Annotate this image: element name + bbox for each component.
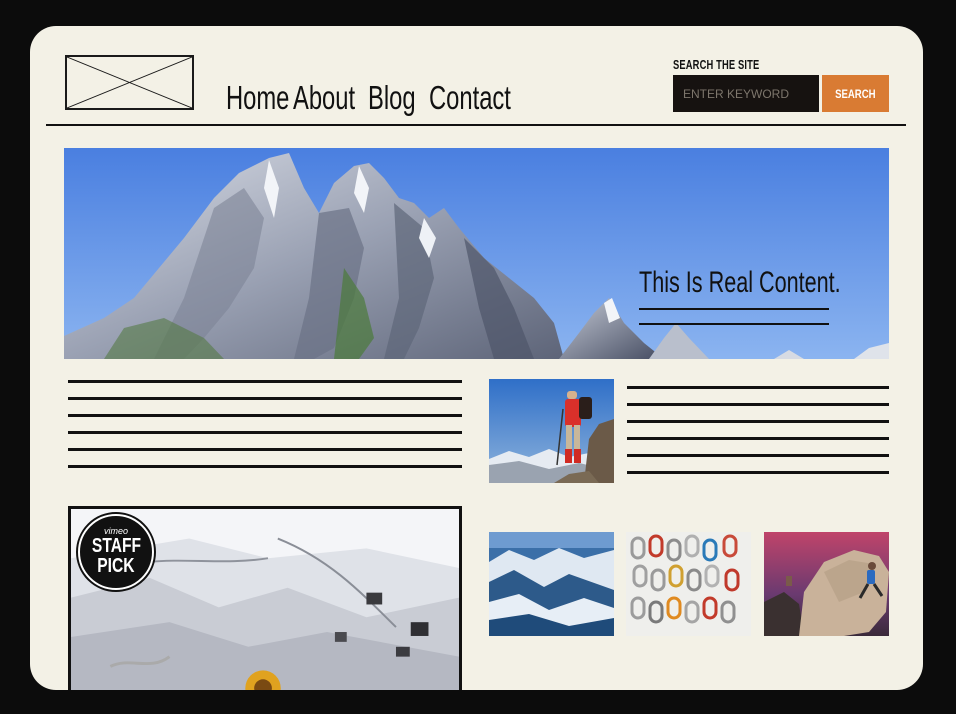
hero-underline-2	[639, 323, 829, 325]
text-line	[68, 397, 462, 400]
text-line	[68, 380, 462, 383]
snowy-range-image	[489, 532, 614, 636]
badge-line1: STAFF	[91, 535, 141, 557]
carabiners-image	[626, 532, 751, 636]
hero-underline-1	[639, 308, 829, 310]
left-text-block	[68, 380, 462, 470]
search-input[interactable]	[673, 75, 819, 112]
bouldering-image	[764, 532, 889, 636]
right-text-block	[627, 386, 889, 476]
search-button-label: SEARCH	[835, 86, 876, 101]
text-line	[627, 420, 889, 423]
header-divider	[46, 124, 906, 126]
climber-on-summit-photo[interactable]	[489, 379, 614, 483]
text-line	[68, 414, 462, 417]
hero-banner: This Is Real Content.	[64, 148, 889, 359]
badge-line2: PICK	[97, 555, 135, 577]
browser-frame: Home About Blog Contact SEARCH THE SITE …	[30, 26, 923, 690]
text-line	[627, 471, 889, 474]
text-line	[627, 437, 889, 440]
bouldering-climber-photo[interactable]	[764, 532, 889, 636]
text-line	[68, 431, 462, 434]
text-line	[68, 465, 462, 468]
snowy-mountain-range-photo[interactable]	[489, 532, 614, 636]
video-player[interactable]: vimeo STAFF PICK	[68, 506, 462, 690]
nav-blog[interactable]: Blog	[368, 76, 416, 120]
text-line	[68, 448, 462, 451]
climbing-carabiners-photo[interactable]	[626, 532, 751, 636]
hero-mountain-image	[64, 148, 889, 359]
hero-headline: This Is Real Content.	[639, 266, 841, 299]
nav-home[interactable]: Home	[226, 76, 289, 120]
logo-placeholder[interactable]	[65, 55, 194, 110]
staff-pick-badge: vimeo STAFF PICK	[76, 512, 156, 592]
nav-contact[interactable]: Contact	[429, 76, 511, 120]
text-line	[627, 454, 889, 457]
text-line	[627, 403, 889, 406]
climber-image	[489, 379, 614, 483]
search-label: SEARCH THE SITE	[673, 57, 760, 72]
text-line	[627, 386, 889, 389]
search-button[interactable]: SEARCH	[822, 75, 889, 112]
logo-placeholder-cross	[67, 57, 192, 108]
nav-about[interactable]: About	[293, 76, 355, 120]
